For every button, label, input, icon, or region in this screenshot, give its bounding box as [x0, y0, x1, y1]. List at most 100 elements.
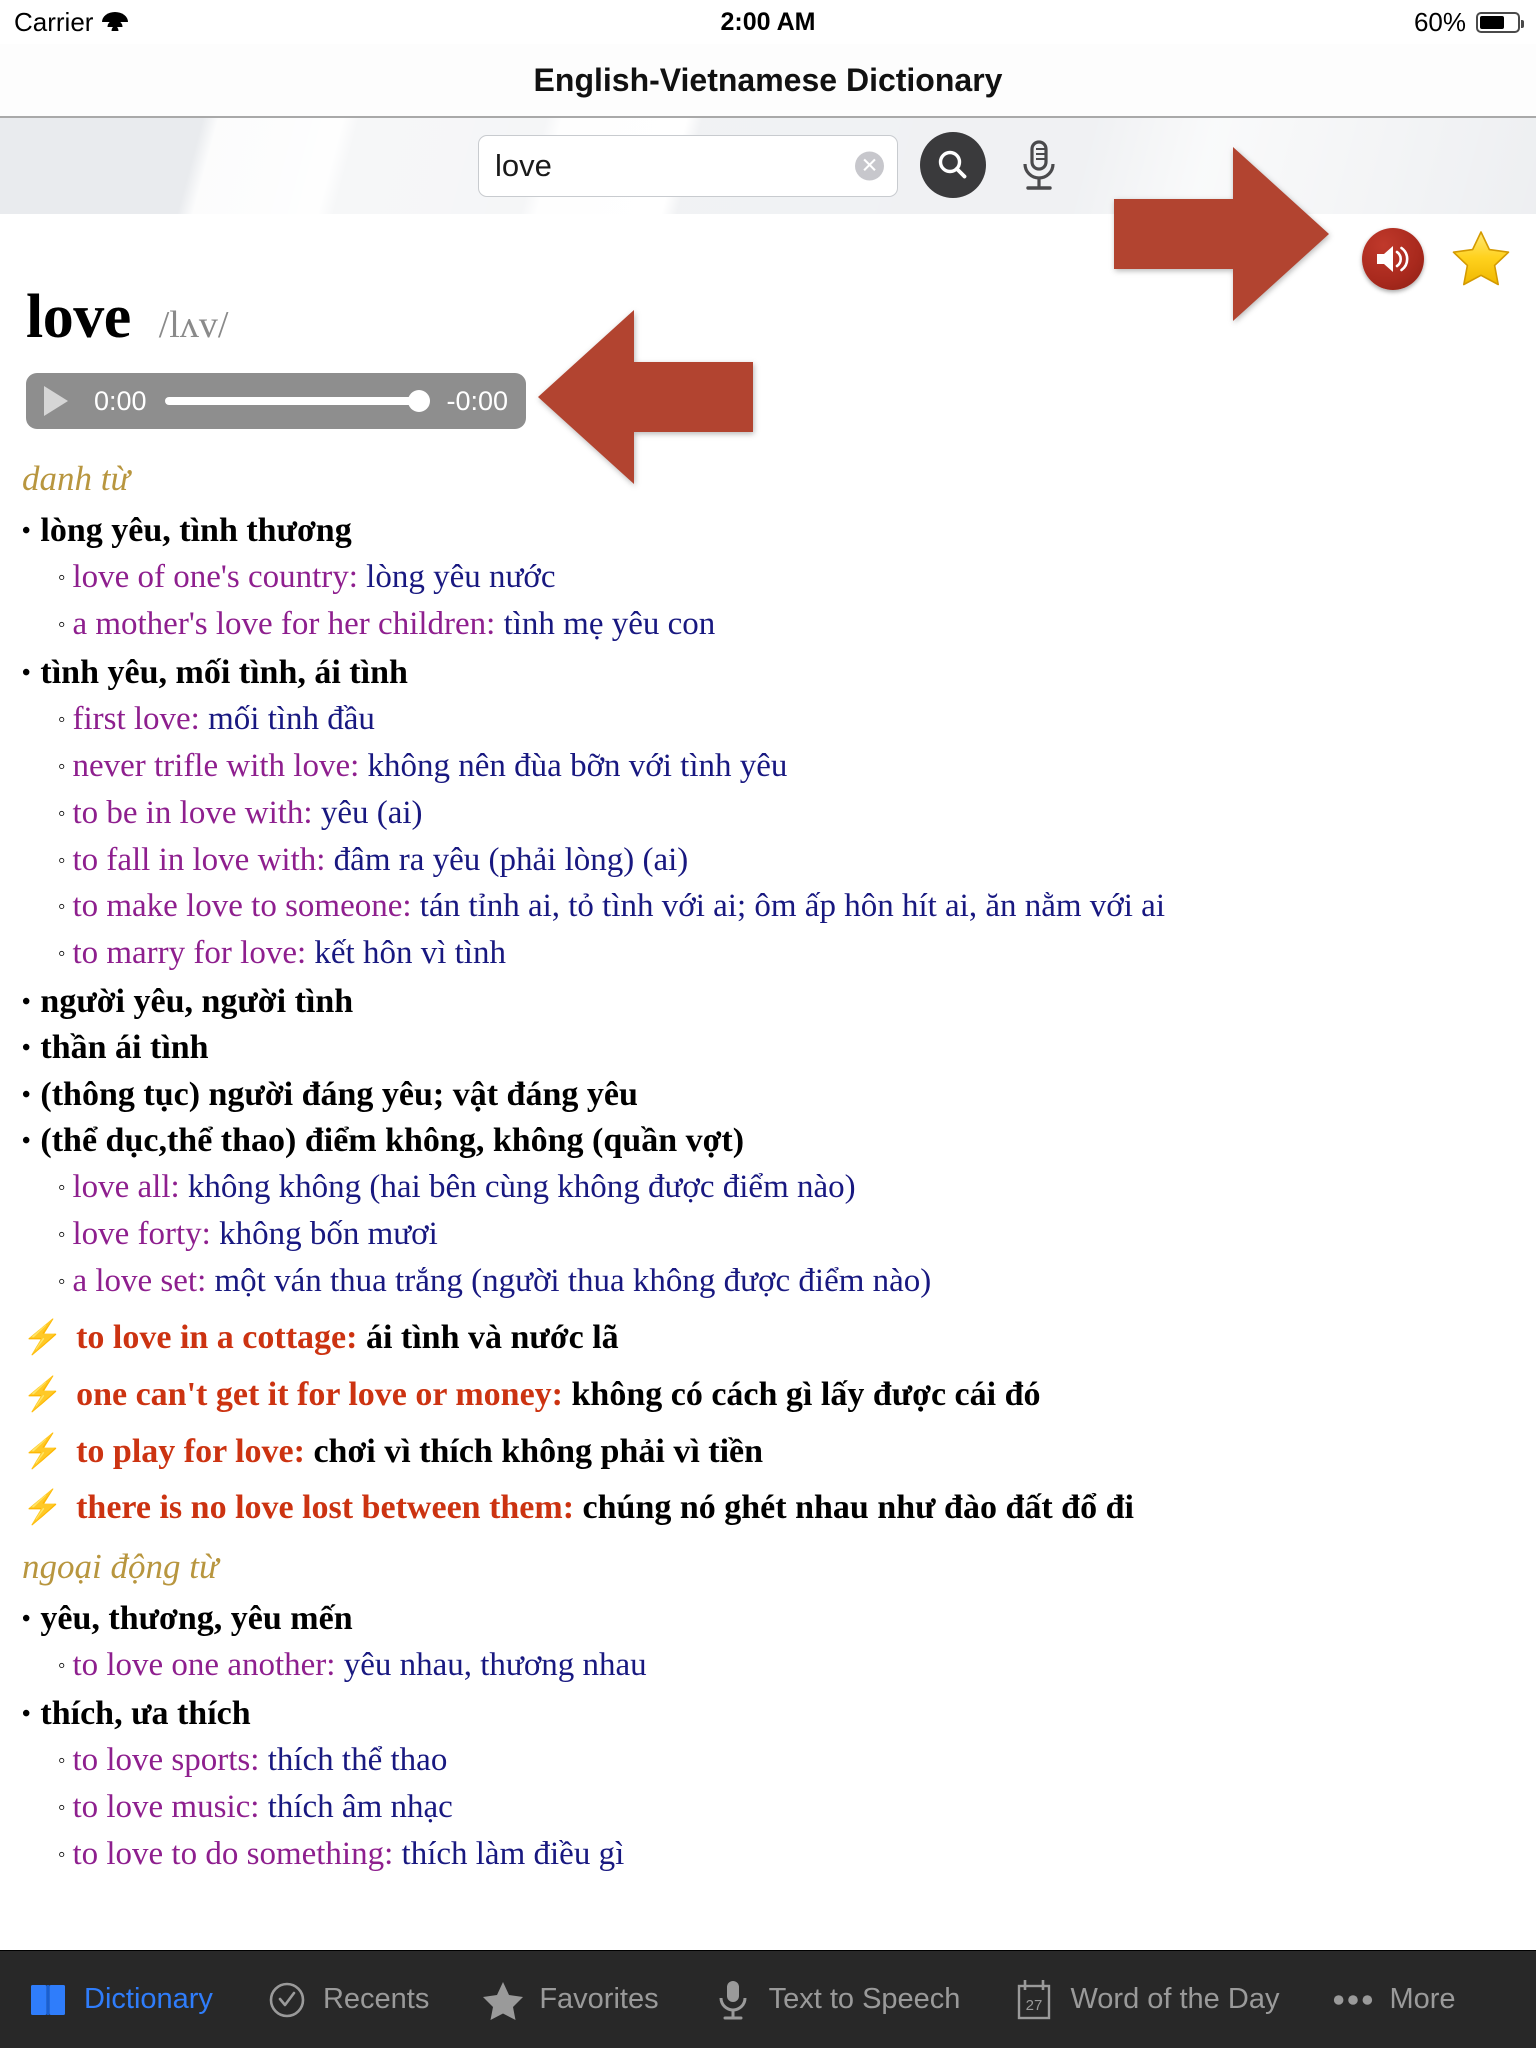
example-english: to be in love with: — [72, 794, 313, 831]
page-title: English-Vietnamese Dictionary — [533, 61, 1003, 98]
part-of-speech-label: ngoại động từ — [22, 1547, 219, 1587]
example-item: ◦ to love one another: yêu nhau, thương n… — [0, 1644, 1536, 1688]
sub-bullet-icon: ◦ — [58, 1268, 66, 1293]
lightning-bolt-icon: ⚡ — [22, 1433, 64, 1470]
microphone-icon — [1023, 140, 1055, 190]
calendar-icon: 27 — [1018, 1979, 1051, 2019]
sub-bullet-icon: ◦ — [58, 894, 66, 919]
search-input[interactable] — [479, 136, 897, 196]
microphone-icon — [719, 1980, 747, 2019]
sub-bullet-icon: ◦ — [58, 1221, 66, 1246]
example-vietnamese: kết hôn vì tình — [314, 935, 506, 972]
dictionary-entry: love /lʌv/ 0:00 -0:00 danh từ • lòng yêu, … — [0, 282, 1536, 1880]
bullet-icon: • — [22, 1081, 31, 1108]
example-vietnamese: tình mẹ yêu con — [503, 605, 716, 642]
search-field-wrapper[interactable]: ✕ — [478, 135, 898, 197]
ellipsis-icon — [1331, 1977, 1375, 2023]
example-vietnamese: lòng yêu nước — [366, 559, 556, 596]
status-bar-right: 60% — [1414, 7, 1524, 38]
tab-label: Text to Speech — [768, 1983, 961, 2015]
lightning-bolt-icon: ⚡ — [22, 1376, 64, 1413]
audio-elapsed-time: 0:00 — [94, 385, 147, 416]
bullet-icon: • — [22, 659, 31, 686]
audio-scrubber-knob[interactable] — [408, 390, 431, 412]
example-vietnamese: đâm ra yêu (phải lòng) (ai) — [333, 841, 689, 878]
example-english: a mother's love for her children: — [72, 605, 496, 642]
example-item: ◦ a love set: một ván thua trắng (người t… — [0, 1260, 1536, 1304]
tab-bar: Dictionary Recents Favorites Text to Speech… — [0, 1950, 1536, 2048]
tab-label: Dictionary — [84, 1983, 213, 2015]
example-item: ◦ never trifle with love: không nên đùa b… — [0, 745, 1536, 789]
sense-item: • (thông tục) người đáng yêu; vật đáng yê… — [0, 1072, 1536, 1117]
idiom-english: to play for love: — [76, 1432, 305, 1470]
sense-text: thích, ưa thích — [40, 1695, 251, 1733]
book-icon — [31, 1984, 65, 2015]
idiom-item: ⚡ to play for love: chơi vì thích không p… — [0, 1429, 1536, 1475]
example-item: ◦ love all: không không (hai bên cùng khô… — [0, 1166, 1536, 1210]
tab-favorites[interactable]: Favorites — [455, 1951, 684, 2048]
example-english: to make love to someone: — [72, 888, 412, 925]
star-icon — [1452, 231, 1510, 286]
sense-item: • lòng yêu, tình thương — [0, 508, 1536, 553]
svg-text:27: 27 — [1026, 1997, 1043, 2014]
example-english: to marry for love: — [72, 935, 307, 972]
example-item: ◦ to be in love with: yêu (ai) — [0, 792, 1536, 836]
idiom-item: ⚡ to love in a cottage: ái tình và nước l… — [0, 1315, 1536, 1361]
audio-scrubber[interactable] — [164, 390, 431, 412]
example-item: ◦ first love: mối tình đầu — [0, 698, 1536, 742]
star-icon — [483, 1981, 524, 2020]
tab-text-to-speech[interactable]: Text to Speech — [685, 1951, 987, 2048]
sense-item: • thần ái tình — [0, 1025, 1536, 1070]
part-of-speech-label: danh từ — [22, 459, 130, 498]
example-item: ◦ to make love to someone: tán tỉnh ai, t… — [0, 885, 1536, 929]
example-vietnamese: không không (hai bên cùng không được điể… — [187, 1169, 856, 1206]
example-vietnamese: không bốn mươi — [219, 1215, 438, 1252]
pronounce-button[interactable] — [1362, 228, 1424, 290]
idiom-english: one can't get it for love or money: — [76, 1375, 564, 1413]
example-vietnamese: thích thể thao — [267, 1742, 448, 1779]
clear-search-icon[interactable]: ✕ — [855, 151, 884, 181]
tab-word-of-the-day[interactable]: 27 Word of the Day — [986, 1951, 1305, 2048]
sub-bullet-icon: ◦ — [58, 1795, 66, 1820]
sub-bullet-icon: ◦ — [58, 1748, 66, 1773]
lightning-bolt-icon: ⚡ — [22, 1319, 64, 1356]
example-english: to love music: — [72, 1789, 260, 1826]
example-english: first love: — [72, 700, 200, 737]
status-bar: Carrier 2:00 AM 60% — [0, 0, 1536, 44]
microphone-icon — [711, 1977, 755, 2023]
voice-search-button[interactable] — [1010, 136, 1068, 196]
example-item: ◦ to love to do something: thích làm điều… — [0, 1833, 1536, 1877]
app-root: Carrier 2:00 AM 60% English-Vietnamese D… — [0, 0, 1536, 2048]
idiom-vietnamese: không có cách gì lấy được cái đó — [571, 1375, 1041, 1413]
play-icon[interactable] — [44, 386, 68, 416]
example-english: love of one's country: — [72, 559, 358, 596]
sense-item: • yêu, thương, yêu mến — [0, 1596, 1536, 1641]
sub-bullet-icon: ◦ — [58, 1842, 66, 1867]
audio-player[interactable]: 0:00 -0:00 — [26, 373, 526, 429]
sub-bullet-icon: ◦ — [58, 800, 66, 825]
sense-item: • tình yêu, mối tình, ái tình — [0, 650, 1536, 695]
bullet-icon: • — [22, 517, 31, 544]
bullet-icon: • — [22, 1701, 31, 1728]
idiom-vietnamese: chúng nó ghét nhau như đào đất đổ đi — [582, 1489, 1134, 1527]
tab-recents[interactable]: Recents — [239, 1951, 455, 2048]
sense-text: (thông tục) người đáng yêu; vật đáng yêu — [40, 1075, 638, 1113]
idiom-item: ⚡ there is no love lost between them: chú… — [0, 1485, 1536, 1531]
sub-bullet-icon: ◦ — [58, 941, 66, 966]
example-item: ◦ to marry for love: kết hôn vì tình — [0, 932, 1536, 976]
sense-text: người yêu, người tình — [40, 983, 354, 1021]
search-button[interactable] — [920, 132, 986, 198]
example-english: never trifle with love: — [72, 747, 360, 784]
star-icon — [481, 1977, 525, 2023]
example-english: love all: — [72, 1169, 180, 1206]
idiom-item: ⚡ one can't get it for love or money: khô… — [0, 1372, 1536, 1418]
sub-bullet-icon: ◦ — [58, 1653, 66, 1678]
example-english: to love to do something: — [72, 1836, 394, 1873]
bullet-icon: • — [22, 1035, 31, 1062]
example-item: ◦ to love music: thích âm nhạc — [0, 1786, 1536, 1830]
tab-dictionary[interactable]: Dictionary — [0, 1951, 239, 2048]
sense-item: • (thể dục,thể thao) điểm không, không (q… — [0, 1118, 1536, 1163]
tab-more[interactable]: More — [1305, 1951, 1481, 2048]
example-item: ◦ to fall in love with: đâm ra yêu (phải … — [0, 839, 1536, 883]
ellipsis-icon — [1334, 1994, 1373, 2005]
